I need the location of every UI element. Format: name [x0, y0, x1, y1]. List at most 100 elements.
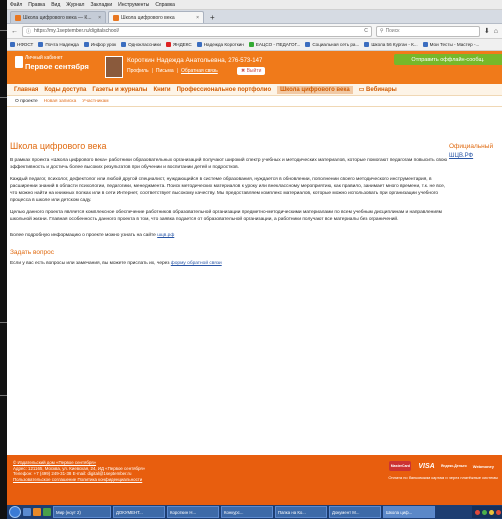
tab-1[interactable]: Школа цифрового века — К... × [10, 11, 106, 23]
bookmark-item[interactable]: Мои Тесты - Мастер -... [422, 42, 479, 47]
download-icon[interactable]: ⬇ [484, 27, 490, 35]
taskbar-item[interactable]: Папка на Ко... [275, 506, 327, 518]
search-icon: ⚲ [379, 28, 384, 34]
quicklaunch-icon[interactable] [43, 508, 51, 516]
bookmark-item[interactable]: Школа 56 Курган - К... [364, 42, 418, 47]
letters-link[interactable]: Письма [156, 68, 174, 74]
home-icon[interactable]: ⌂ [494, 28, 498, 35]
sidebar-title: Официальный [449, 143, 494, 150]
brand-logo[interactable] [15, 56, 23, 68]
feedback-link[interactable]: Обратная связь [181, 68, 218, 74]
tab-2[interactable]: Школа цифрового века × [108, 11, 204, 23]
subnav-about[interactable]: О проекте [15, 99, 38, 104]
nav-item-portfolio[interactable]: Профессиональное портфолио [177, 87, 272, 93]
ask-question-title: Задать вопрос [10, 249, 54, 256]
nav-item-access-codes[interactable]: Коды доступа [44, 87, 86, 93]
search-input[interactable]: ⚲ Поиск [375, 25, 480, 37]
subnav-participants[interactable]: Участникам [82, 99, 108, 104]
nav-item-digital-school[interactable]: Школа цифрового века [277, 85, 353, 94]
menu-bookmarks[interactable]: Закладки [90, 2, 112, 8]
search-placeholder: Поиск [385, 28, 400, 34]
quicklaunch-icon[interactable] [33, 508, 41, 516]
bookmark-icon [165, 42, 171, 47]
reload-icon[interactable]: C [364, 28, 368, 34]
page-title: Школа цифрового века [10, 141, 107, 151]
taskbar-item[interactable]: Конкурс... [221, 506, 273, 518]
paragraph-goal: Целью данного проекта является комплексн… [10, 210, 442, 222]
avatar[interactable] [105, 56, 123, 78]
tray-icon[interactable] [489, 509, 494, 515]
logout-button[interactable]: ✖ Выйти [237, 67, 266, 75]
taskbar-item[interactable]: Документ М... [329, 506, 381, 518]
nav-item-newspapers[interactable]: Газеты и журналы [92, 87, 147, 93]
tray-icon[interactable] [482, 509, 487, 515]
profile-link[interactable]: Профиль [127, 68, 149, 74]
main-content: Школа цифрового века В рамках проекта «Ш… [10, 135, 448, 272]
taskbar-item[interactable]: Мир (ноут 2) [53, 506, 111, 518]
left-edge-strip [0, 0, 7, 519]
menu-help[interactable]: Справка [155, 2, 175, 8]
taskbar-item[interactable]: ДОКУМЕНТ... [113, 506, 165, 518]
bookmark-item[interactable]: НФОСТ [10, 42, 33, 47]
bookmark-icon [38, 42, 44, 47]
navigation-bar: ← ⓘ https://my.1september.ru/digitalscho… [7, 24, 502, 39]
bookmark-item[interactable]: Социальная сеть ра... [305, 42, 359, 47]
tab-label: Школа цифрового века [121, 14, 175, 21]
nav-item-webinars[interactable]: ▭ Вебинары [359, 86, 397, 93]
footer-info: © Издательский дом «Первое сентября» Адр… [13, 460, 145, 482]
menu-tools[interactable]: Инструменты [118, 2, 149, 8]
visa-logo: VISA [418, 462, 435, 470]
bookmark-icon [121, 42, 127, 47]
taskbar-item[interactable]: Школа циф... [383, 506, 435, 518]
bookmark-icon [196, 42, 202, 47]
feedback-form-link[interactable]: форму обратной связи [171, 261, 222, 266]
close-icon[interactable]: × [98, 15, 101, 21]
url-text: https://my.1september.ru/digitalschool/ [34, 28, 119, 34]
mastercard-logo: MasterCard [389, 461, 412, 471]
bookmark-item[interactable]: ЯНДЕКС [165, 42, 192, 47]
sidebar-link[interactable]: ШЦВ.РФ [449, 153, 502, 159]
user-links: Профиль | Письма | Обратная связь [127, 68, 218, 74]
main-nav: Главная Коды доступа Газеты и журналы Кн… [7, 84, 502, 96]
taskbar-item[interactable]: Короткин Н... [167, 506, 219, 518]
bookmark-item[interactable]: Надежда Короткин [196, 42, 244, 47]
user-name-text: Короткин Надежда Анатольевна, [127, 57, 227, 64]
start-button[interactable] [9, 506, 21, 518]
nav-item-home[interactable]: Главная [14, 87, 38, 93]
brand-line-2[interactable]: Первое сентября [25, 62, 89, 71]
paragraph-needs: Каждый педагог, психолог, дефектолог или… [10, 177, 446, 203]
favicon-icon [15, 14, 21, 21]
menu-history[interactable]: Журнал [66, 2, 84, 8]
offline-message-button[interactable]: Отправить оффлайн-сообщ. [394, 54, 502, 65]
tray-icon[interactable] [475, 509, 480, 515]
address-bar[interactable]: ⓘ https://my.1september.ru/digitalschool… [22, 25, 372, 37]
quicklaunch-icon[interactable] [23, 508, 31, 516]
bookmark-icon [83, 42, 89, 47]
new-tab-icon[interactable]: + [206, 12, 219, 23]
menu-file[interactable]: Файл [10, 2, 22, 8]
sidebar: Официальный ШЦВ.РФ [449, 143, 502, 159]
site-footer: © Издательский дом «Первое сентября» Адр… [7, 455, 502, 505]
bookmark-item[interactable]: Почта Надежда [38, 42, 79, 47]
favicon-icon [113, 14, 119, 21]
sub-nav: О проекте Новая записка Участникам [7, 96, 502, 107]
project-site-link[interactable]: шцв.рф [157, 233, 174, 238]
menu-edit[interactable]: Правка [28, 2, 45, 8]
ask-question-text: Если у вас есть вопросы или замечания, в… [10, 261, 222, 266]
bookmark-item[interactable]: Одноклассники [121, 42, 161, 47]
tray-icon[interactable] [496, 509, 501, 515]
bookmark-item[interactable]: ЕАЦСО - ПЕДАГОГ... [248, 42, 300, 47]
close-icon[interactable]: × [196, 15, 199, 21]
edge-tick [0, 322, 7, 323]
menu-bar: Файл Правка Вид Журнал Закладки Инструме… [7, 0, 502, 10]
tab-bar: Школа цифрового века — К... × Школа цифр… [7, 10, 502, 24]
back-icon[interactable]: ← [11, 28, 18, 35]
tab-label: Школа цифрового века — К... [23, 14, 92, 21]
browser-window: Файл Правка Вид Журнал Закладки Инструме… [7, 0, 502, 519]
menu-view[interactable]: Вид [51, 2, 60, 8]
subnav-new-note[interactable]: Новая записка [44, 99, 77, 104]
nav-item-books[interactable]: Книги [153, 87, 170, 93]
bookmark-item[interactable]: Инфор урок [83, 42, 116, 47]
bookmark-icon [305, 42, 311, 47]
yandex-money-logo: Яндекс.Деньги [440, 464, 467, 468]
